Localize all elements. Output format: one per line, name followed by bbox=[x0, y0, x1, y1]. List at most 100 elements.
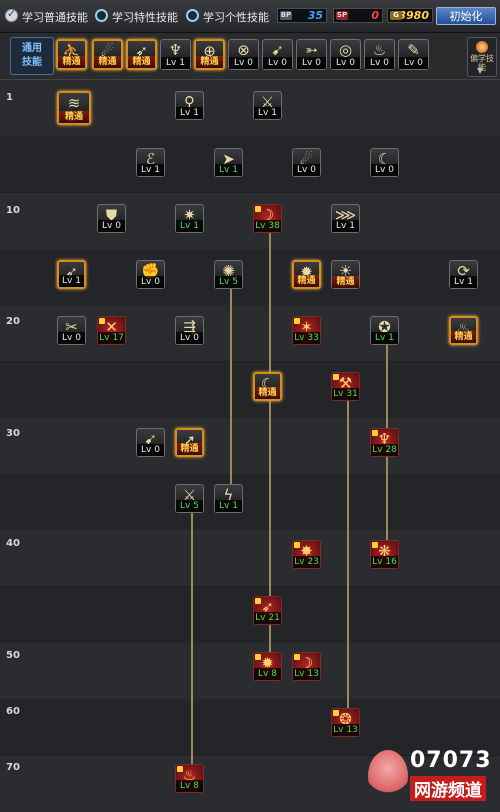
skill-level: Lv 38 bbox=[254, 220, 281, 232]
tree-skill-blades-fan[interactable]: ❋ Lv 16 bbox=[370, 540, 399, 569]
skill-level: Lv 13 bbox=[293, 668, 320, 680]
tree-skill-lightning[interactable]: ϟ Lv 1 bbox=[214, 484, 243, 513]
tree-skill-slide[interactable]: ⇶ Lv 0 bbox=[175, 316, 204, 345]
skill-level: Lv 0 bbox=[137, 444, 164, 456]
tree-skill-aura[interactable]: ☀ 精通 bbox=[331, 260, 360, 289]
tree-skill-cross-blades[interactable]: ✂ Lv 0 bbox=[57, 316, 86, 345]
tree-skill-whirl[interactable]: ✺ Lv 5 bbox=[214, 260, 243, 289]
tree-skill-twin-sword[interactable]: ✕ Lv 17 bbox=[97, 316, 126, 345]
tree-skill-double-edge[interactable]: ⚔ Lv 5 bbox=[175, 484, 204, 513]
common-skill-cross-target[interactable]: ⊗ Lv 0 bbox=[228, 39, 259, 70]
bp-counter: BP 35 bbox=[277, 8, 327, 23]
skill-prerequisite-line bbox=[230, 288, 232, 484]
tree-skill-claws[interactable]: ⋙ Lv 1 bbox=[331, 204, 360, 233]
site-watermark: 07073 网游频道 bbox=[368, 746, 498, 804]
skill-level: Lv 0 bbox=[229, 57, 258, 69]
gold-icon: G bbox=[390, 11, 402, 20]
bp-value: 35 bbox=[307, 9, 323, 22]
mode-normal-radio[interactable] bbox=[5, 7, 18, 22]
upgrade-badge-icon bbox=[99, 318, 105, 324]
tree-skill-explosion[interactable]: ✸ Lv 23 bbox=[292, 540, 321, 569]
skill-level: Lv 0 bbox=[293, 164, 320, 176]
skill-prerequisite-line bbox=[386, 456, 388, 540]
mode-personal-radio[interactable] bbox=[186, 9, 199, 22]
tree-skill-dagger[interactable]: ⚲ Lv 1 bbox=[175, 91, 204, 120]
skill-level: Lv 13 bbox=[332, 724, 359, 736]
common-label-line1: 通用 bbox=[22, 43, 42, 54]
skill-level: Lv 23 bbox=[293, 556, 320, 568]
common-skill-sit[interactable]: ⛹ 精通 bbox=[56, 39, 87, 70]
skill-level: Lv 0 bbox=[297, 57, 326, 69]
tree-skill-sprint[interactable]: ➤ Lv 1 bbox=[214, 148, 243, 177]
tier-row bbox=[0, 587, 500, 643]
mode-personal-label[interactable]: 学习个性技能 bbox=[203, 9, 269, 25]
tree-skill-fireball[interactable]: ☄ Lv 0 bbox=[292, 148, 321, 177]
tree-skill-flame-burst[interactable]: ✹ Lv 8 bbox=[253, 652, 282, 681]
tree-skill-meteor[interactable]: ✶ Lv 33 bbox=[292, 316, 321, 345]
common-skill-target[interactable]: ⊕ 精通 bbox=[194, 39, 225, 70]
common-skill-run[interactable]: ➶ 精通 bbox=[126, 39, 157, 70]
level-requirement-label: 20 bbox=[6, 316, 20, 327]
side-skills-toggle[interactable]: 偏学技能 ▼ bbox=[467, 37, 497, 77]
tree-skill-wind-dash[interactable]: ≋ 精通 bbox=[57, 91, 91, 125]
tree-skill-sword-chain[interactable]: ⚔ Lv 1 bbox=[253, 91, 282, 120]
gold-counter: G 3980 bbox=[387, 8, 433, 23]
skill-level: 精通 bbox=[94, 56, 121, 68]
level-requirement-label: 60 bbox=[6, 706, 20, 717]
upgrade-badge-icon bbox=[255, 654, 261, 660]
tree-skill-crescent[interactable]: ☾ Lv 0 bbox=[370, 148, 399, 177]
upgrade-badge-icon bbox=[294, 318, 300, 324]
skill-level: Lv 8 bbox=[254, 668, 281, 680]
skill-level: Lv 8 bbox=[176, 780, 203, 792]
watermark-number: 07073 bbox=[410, 748, 492, 773]
tree-skill-hammer[interactable]: ⚒ Lv 31 bbox=[331, 372, 360, 401]
tree-skill-upper-slash[interactable]: ➶ Lv 21 bbox=[253, 596, 282, 625]
tree-skill-flame-lamp[interactable]: ♆ Lv 28 bbox=[370, 428, 399, 457]
common-skill-wings[interactable]: ♆ Lv 1 bbox=[160, 39, 191, 70]
skill-level: Lv 1 bbox=[215, 500, 242, 512]
skill-level: 精通 bbox=[58, 56, 85, 68]
skill-level: Lv 1 bbox=[254, 107, 281, 119]
tree-skill-spin-kick[interactable]: ⟳ Lv 1 bbox=[449, 260, 478, 289]
tree-skill-crescent-red[interactable]: ☽ Lv 13 bbox=[292, 652, 321, 681]
skill-level: Lv 17 bbox=[98, 332, 125, 344]
common-skill-flex[interactable]: ♨ Lv 0 bbox=[364, 39, 395, 70]
tier-row bbox=[0, 643, 500, 699]
reset-button[interactable]: 初始化 bbox=[436, 7, 496, 25]
mode-trait-radio[interactable] bbox=[95, 9, 108, 22]
common-skill-kick[interactable]: ➹ Lv 0 bbox=[262, 39, 293, 70]
upgrade-badge-icon bbox=[255, 598, 261, 604]
tree-skill-red-slash[interactable]: ☽ Lv 38 bbox=[253, 204, 282, 233]
skill-level: 精通 bbox=[59, 111, 89, 123]
tree-skill-shield[interactable]: ⛊ Lv 0 bbox=[97, 204, 126, 233]
tree-skill-grab[interactable]: ✊ Lv 0 bbox=[136, 260, 165, 289]
tree-skill-sun-burst[interactable]: ✹ 精通 bbox=[292, 260, 321, 289]
tree-skill-vortex[interactable]: ✪ Lv 1 bbox=[370, 316, 399, 345]
tree-skill-moon-slash[interactable]: ☾ 精通 bbox=[253, 372, 282, 401]
upgrade-badge-icon bbox=[255, 206, 261, 212]
skill-prerequisite-line bbox=[347, 400, 349, 708]
skill-level: 精通 bbox=[128, 56, 155, 68]
tree-skill-inferno[interactable]: ♨ Lv 8 bbox=[175, 764, 204, 793]
mode-trait-label[interactable]: 学习特性技能 bbox=[112, 9, 178, 25]
tree-skill-footwork[interactable]: ℰ Lv 1 bbox=[136, 148, 165, 177]
tree-skill-fire-wheel[interactable]: ❂ Lv 13 bbox=[331, 708, 360, 737]
common-skill-spiral[interactable]: ◎ Lv 0 bbox=[330, 39, 361, 70]
tier-row bbox=[0, 136, 500, 192]
tree-skill-blade-burst[interactable]: ✷ Lv 1 bbox=[175, 204, 204, 233]
mode-normal-label[interactable]: 学习普通技能 bbox=[22, 9, 88, 25]
skill-prerequisite-line bbox=[386, 344, 388, 428]
common-skill-leap[interactable]: ☄ 精通 bbox=[92, 39, 123, 70]
skill-level: Lv 0 bbox=[176, 332, 203, 344]
tree-skill-runner[interactable]: ➶ Lv 1 bbox=[57, 260, 86, 289]
common-skill-book[interactable]: ✎ Lv 0 bbox=[398, 39, 429, 70]
tree-skill-charge[interactable]: ➹ Lv 0 bbox=[136, 428, 165, 457]
skill-level: 精通 bbox=[177, 443, 202, 455]
skill-level: Lv 1 bbox=[59, 275, 84, 287]
upgrade-badge-icon bbox=[333, 710, 339, 716]
common-skill-dash[interactable]: ➳ Lv 0 bbox=[296, 39, 327, 70]
skill-level: Lv 0 bbox=[98, 220, 125, 232]
tree-skill-fire-swirl[interactable]: ♨ 精通 bbox=[449, 316, 478, 345]
tree-skill-leap-strike[interactable]: ➚ 精通 bbox=[175, 428, 204, 457]
skill-level: Lv 1 bbox=[176, 220, 203, 232]
